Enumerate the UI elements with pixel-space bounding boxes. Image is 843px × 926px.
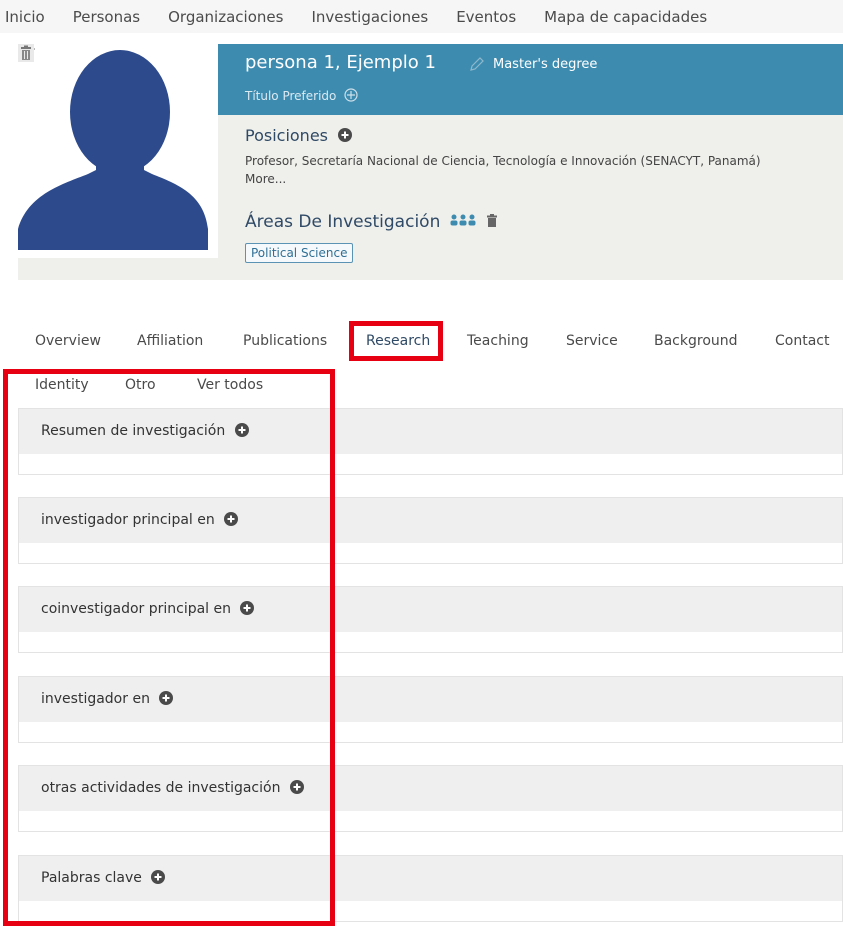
plus-circle-icon[interactable] — [338, 128, 353, 142]
research-area-tag[interactable]: Political Science — [245, 243, 354, 263]
section-title: investigador en — [41, 691, 174, 707]
section-coinvestigador-principal: coinvestigador principal en — [18, 586, 843, 653]
nav-item-mapa-de-capacidades[interactable]: Mapa de capacidades — [544, 8, 707, 26]
positions-text: Profesor, Secretaría Nacional de Ciencia… — [245, 154, 761, 168]
name-bar: persona 1, Ejemplo 1 Master's degree Tít… — [218, 44, 843, 115]
people-icon[interactable] — [450, 214, 476, 226]
research-areas-heading-label: Áreas De Investigación — [245, 212, 441, 232]
plus-circle-icon[interactable] — [234, 423, 249, 437]
tab-identity[interactable]: Identity — [35, 377, 89, 393]
preferred-title: Título Preferido — [245, 88, 358, 103]
nav-item-organizaciones[interactable]: Organizaciones — [168, 8, 283, 26]
section-header: investigador principal en — [19, 498, 842, 543]
section-title: otras actividades de investigación — [41, 780, 304, 796]
tab-service[interactable]: Service — [566, 333, 618, 349]
section-header: coinvestigador principal en — [19, 587, 842, 632]
section-title-label: Palabras clave — [41, 870, 142, 886]
section-title: investigador principal en — [41, 512, 239, 528]
person-name: persona 1, Ejemplo 1 — [245, 52, 436, 73]
more-link[interactable]: More... — [245, 172, 286, 186]
plus-circle-icon[interactable] — [159, 691, 174, 705]
tab-affiliation[interactable]: Affiliation — [137, 333, 203, 349]
section-title-label: investigador en — [41, 691, 150, 707]
section-header: Palabras clave — [19, 856, 842, 901]
tab-ver-todos[interactable]: Ver todos — [197, 377, 263, 393]
section-header: Resumen de investigación — [19, 409, 842, 454]
section-title: Resumen de investigación — [41, 423, 249, 439]
top-navigation: Inicio Personas Organizaciones Investiga… — [0, 0, 843, 33]
trash-icon[interactable] — [18, 44, 34, 62]
nav-item-investigaciones[interactable]: Investigaciones — [311, 8, 428, 26]
tab-publications[interactable]: Publications — [243, 333, 327, 349]
section-investigador-en: investigador en — [18, 676, 843, 743]
tab-research-label: Research — [366, 333, 431, 349]
degree-label[interactable]: Master's degree — [493, 57, 597, 72]
pencil-icon[interactable] — [469, 56, 485, 72]
globe-icon[interactable] — [344, 88, 358, 102]
profile-tabs: Overview Affiliation Publications Resear… — [18, 320, 843, 364]
section-header: otras actividades de investigación — [19, 766, 842, 811]
section-title: coinvestigador principal en — [41, 601, 255, 617]
section-title-label: investigador principal en — [41, 512, 215, 528]
tab-teaching[interactable]: Teaching — [467, 333, 529, 349]
profile-header: persona 1, Ejemplo 1 Master's degree Tít… — [18, 44, 843, 280]
section-title: Palabras clave — [41, 870, 166, 886]
tab-contact[interactable]: Contact — [775, 333, 829, 349]
section-title-label: Resumen de investigación — [41, 423, 226, 439]
section-resumen-investigacion: Resumen de investigación — [18, 408, 843, 475]
plus-circle-icon[interactable] — [224, 512, 239, 526]
nav-item-inicio[interactable]: Inicio — [5, 8, 45, 26]
profile-photo — [18, 44, 218, 258]
positions-heading: Posiciones — [245, 126, 353, 145]
section-investigador-principal: investigador principal en — [18, 497, 843, 564]
research-areas-heading: Áreas De Investigación — [245, 212, 498, 232]
nav-item-eventos[interactable]: Eventos — [456, 8, 516, 26]
section-header: investigador en — [19, 677, 842, 722]
plus-circle-icon[interactable] — [289, 780, 304, 794]
tab-background[interactable]: Background — [654, 333, 738, 349]
section-palabras-clave: Palabras clave — [18, 855, 843, 922]
trash-icon[interactable] — [487, 214, 498, 227]
preferred-title-label: Título Preferido — [245, 89, 337, 103]
plus-circle-icon[interactable] — [151, 870, 166, 884]
section-otras-actividades: otras actividades de investigación — [18, 765, 843, 832]
plus-circle-icon[interactable] — [240, 601, 255, 615]
section-title-label: coinvestigador principal en — [41, 601, 232, 617]
tab-overview[interactable]: Overview — [35, 333, 101, 349]
tab-research[interactable]: Research — [349, 321, 443, 361]
avatar-silhouette-icon — [18, 50, 208, 250]
tab-otro[interactable]: Otro — [125, 377, 156, 393]
nav-item-personas[interactable]: Personas — [73, 8, 140, 26]
section-title-label: otras actividades de investigación — [41, 780, 281, 796]
positions-heading-label: Posiciones — [245, 126, 328, 145]
